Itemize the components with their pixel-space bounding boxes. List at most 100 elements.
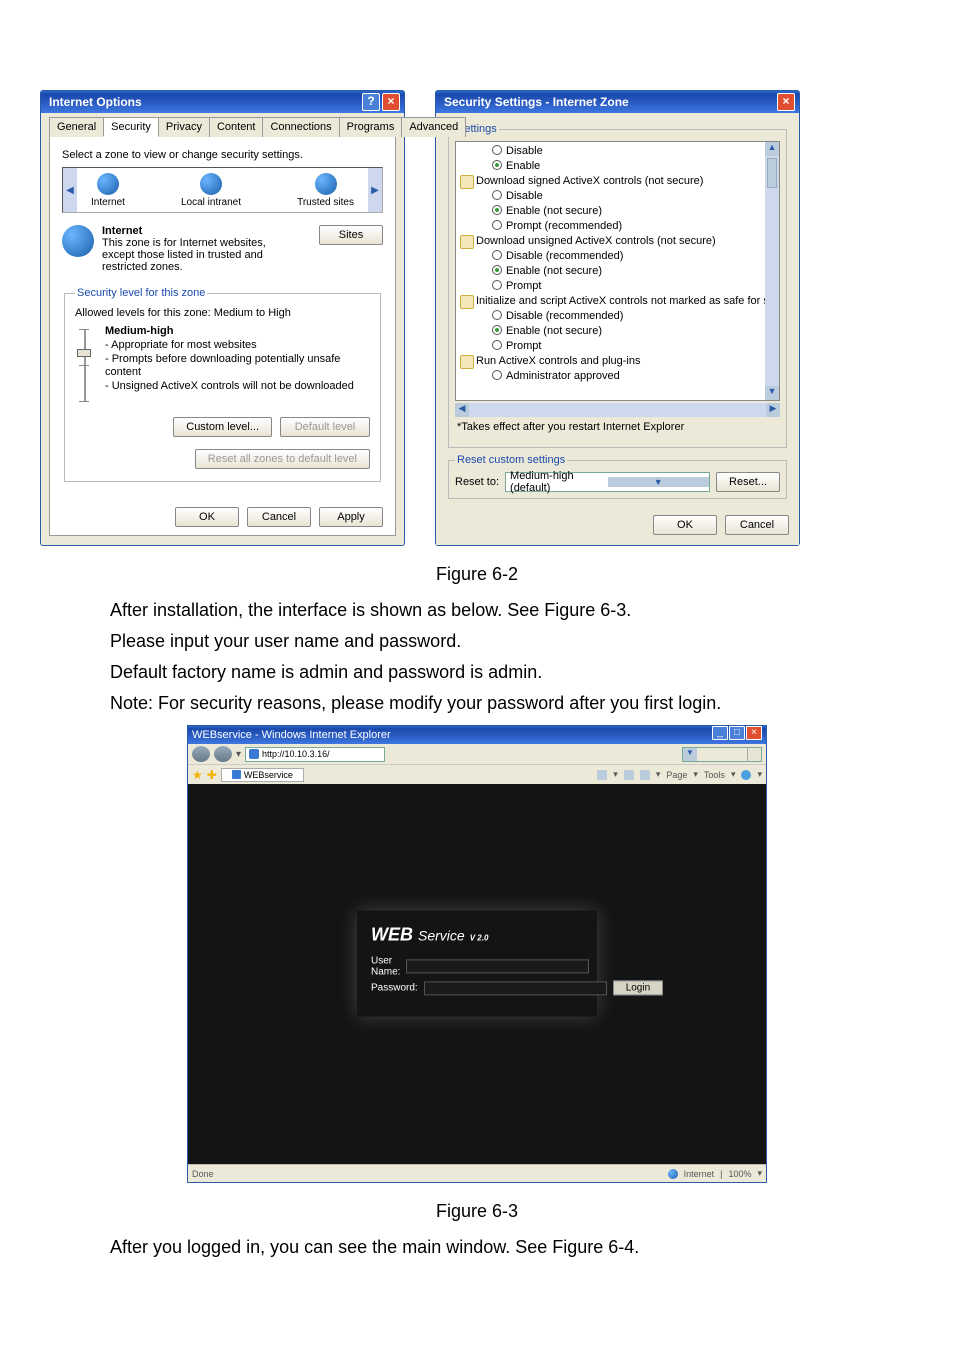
- zone-internet[interactable]: Internet: [91, 173, 125, 208]
- minimize-icon[interactable]: _: [712, 726, 728, 740]
- back-button[interactable]: [192, 746, 210, 762]
- dialog-title: Security Settings - Internet Zone: [444, 91, 629, 113]
- forward-button[interactable]: [214, 746, 232, 762]
- radio-icon[interactable]: [492, 370, 502, 380]
- default-level-button[interactable]: Default level: [280, 417, 370, 437]
- radio-icon[interactable]: [492, 190, 502, 200]
- chevron-down-icon[interactable]: ▼: [683, 748, 697, 761]
- security-level-group: Security level for this zone Allowed lev…: [64, 287, 381, 482]
- radio-icon[interactable]: [492, 310, 502, 320]
- ok-button[interactable]: OK: [175, 507, 239, 527]
- setting-option[interactable]: Enable (not secure): [458, 204, 777, 219]
- zone-local-intranet[interactable]: Local intranet: [181, 173, 241, 208]
- setting-option[interactable]: Disable: [458, 189, 777, 204]
- radio-icon[interactable]: [492, 325, 502, 335]
- radio-icon[interactable]: [492, 250, 502, 260]
- search-box[interactable]: ▼: [682, 747, 762, 762]
- add-favorite-icon[interactable]: ✚: [207, 768, 217, 782]
- favorites-icon[interactable]: ★: [192, 768, 203, 782]
- cancel-button[interactable]: Cancel: [247, 507, 311, 527]
- maximize-icon[interactable]: □: [729, 726, 745, 740]
- setting-group: Download signed ActiveX controls (not se…: [458, 174, 777, 189]
- browser-window: WEBservice - Windows Internet Explorer _…: [187, 725, 767, 1183]
- settings-group: Settings DisableEnableDownload signed Ac…: [448, 123, 787, 448]
- tab-advanced[interactable]: Advanced: [401, 117, 466, 137]
- status-zone: Internet: [684, 1169, 715, 1179]
- scroll-right-icon[interactable]: ▶: [368, 168, 382, 212]
- horizontal-scrollbar[interactable]: ◀ ▶: [455, 403, 780, 417]
- browser-tab[interactable]: WEBservice: [221, 768, 304, 782]
- radio-icon[interactable]: [492, 265, 502, 275]
- tools-menu[interactable]: Tools: [704, 770, 725, 780]
- setting-option[interactable]: Enable (not secure): [458, 264, 777, 279]
- scroll-up-icon[interactable]: ▲: [765, 142, 779, 156]
- tab-content[interactable]: Content: [209, 117, 264, 137]
- scroll-left-icon[interactable]: ◀: [63, 168, 77, 212]
- tab-security[interactable]: Security: [103, 117, 159, 137]
- scroll-down-icon[interactable]: ▼: [765, 386, 779, 400]
- level-b2: - Prompts before downloading potentially…: [105, 353, 370, 381]
- radio-icon[interactable]: [492, 280, 502, 290]
- cancel-button[interactable]: Cancel: [725, 515, 789, 535]
- ie-page-icon: [232, 770, 241, 779]
- zone-trusted-sites[interactable]: Trusted sites: [297, 173, 354, 208]
- allowed-levels: Allowed levels for this zone: Medium to …: [75, 307, 370, 319]
- security-slider[interactable]: [75, 325, 93, 405]
- settings-tree[interactable]: DisableEnableDownload signed ActiveX con…: [455, 141, 780, 401]
- sites-button[interactable]: Sites: [319, 225, 383, 245]
- setting-option[interactable]: Disable (recommended): [458, 249, 777, 264]
- setting-option[interactable]: Disable (recommended): [458, 309, 777, 324]
- radio-icon[interactable]: [492, 205, 502, 215]
- help-button[interactable]: ?: [362, 93, 380, 111]
- figure-caption-6-3: Figure 6-3: [40, 1201, 914, 1222]
- page-menu[interactable]: Page: [666, 770, 687, 780]
- ie-page-icon: [249, 749, 259, 759]
- custom-level-button[interactable]: Custom level...: [173, 417, 272, 437]
- zone-list[interactable]: ◀ Internet Local intranet Trusted sites …: [62, 167, 383, 213]
- zone-desc-1: This zone is for Internet websites,: [102, 237, 311, 249]
- setting-group: Initialize and script ActiveX controls n…: [458, 294, 777, 309]
- tab-general[interactable]: General: [49, 117, 104, 137]
- login-button[interactable]: Login: [613, 980, 663, 995]
- close-icon[interactable]: ×: [777, 93, 795, 111]
- radio-icon[interactable]: [492, 145, 502, 155]
- tab-programs[interactable]: Programs: [339, 117, 403, 137]
- setting-option[interactable]: Prompt: [458, 339, 777, 354]
- close-icon[interactable]: ×: [382, 93, 400, 111]
- radio-icon[interactable]: [492, 220, 502, 230]
- status-text: Done: [192, 1169, 214, 1179]
- chevron-down-icon[interactable]: ▼: [608, 477, 709, 487]
- tab-connections[interactable]: Connections: [262, 117, 339, 137]
- select-zone-label: Select a zone to view or change security…: [62, 149, 383, 161]
- print-icon[interactable]: [640, 770, 650, 780]
- reset-button[interactable]: Reset...: [716, 472, 780, 492]
- setting-option[interactable]: Disable: [458, 144, 777, 159]
- search-icon[interactable]: [747, 748, 761, 761]
- status-zoom[interactable]: 100%: [728, 1169, 751, 1179]
- feed-icon[interactable]: [624, 770, 634, 780]
- vertical-scrollbar[interactable]: ▲ ▼: [765, 142, 779, 400]
- scroll-right-icon[interactable]: ▶: [766, 403, 780, 417]
- radio-icon[interactable]: [492, 160, 502, 170]
- apply-button[interactable]: Apply: [319, 507, 383, 527]
- body-text: After installation, the interface is sho…: [110, 597, 844, 717]
- page-content: WEB Service V 2.0 User Name: Password: L…: [188, 784, 766, 1164]
- setting-option[interactable]: Enable: [458, 159, 777, 174]
- username-input[interactable]: [406, 959, 589, 973]
- address-bar[interactable]: http://10.10.3.16/: [245, 747, 385, 762]
- setting-option[interactable]: Enable (not secure): [458, 324, 777, 339]
- reset-all-zones-button[interactable]: Reset all zones to default level: [195, 449, 370, 469]
- level-b1: - Appropriate for most websites: [105, 339, 370, 353]
- setting-option[interactable]: Administrator approved: [458, 369, 777, 384]
- scroll-left-icon[interactable]: ◀: [455, 403, 469, 417]
- close-icon[interactable]: ×: [746, 726, 762, 740]
- tab-privacy[interactable]: Privacy: [158, 117, 210, 137]
- reset-to-combo[interactable]: Medium-high (default) ▼: [505, 472, 710, 492]
- ok-button[interactable]: OK: [653, 515, 717, 535]
- setting-option[interactable]: Prompt (recommended): [458, 219, 777, 234]
- setting-option[interactable]: Prompt: [458, 279, 777, 294]
- radio-icon[interactable]: [492, 340, 502, 350]
- password-input[interactable]: [424, 981, 607, 995]
- home-icon[interactable]: [597, 770, 607, 780]
- help-icon[interactable]: [741, 770, 751, 780]
